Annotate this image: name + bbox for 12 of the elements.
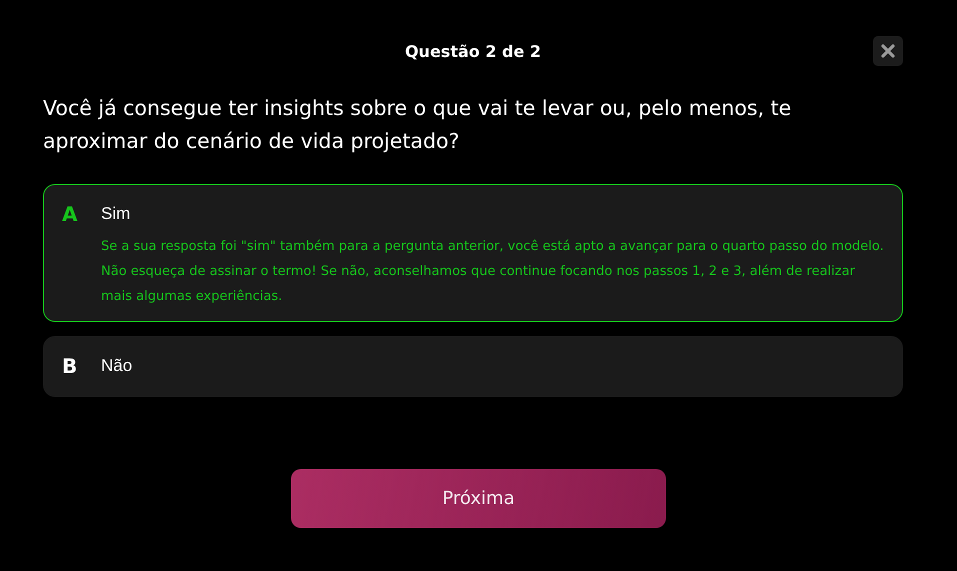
option-label: Não — [101, 356, 132, 376]
answer-option[interactable]: B Não — [43, 336, 903, 397]
answer-feedback: Se a sua resposta foi "sim" também para a pergunta anterior, você está apto a avançar para o quarto passo do modelo. Não esqueça de assinar o termo! Se não, aconselhamos que continue focando nos passos 1, 2 e 3, além de realizar mais algumas experiências. — [101, 238, 884, 306]
question-counter: Questão 2 de 2 — [404, 42, 542, 60]
option-letter: B — [62, 354, 78, 378]
close-button[interactable] — [873, 36, 903, 66]
question-text: Você já consegue ter insights sobre o que vai te levar ou, pelo menos, te aproximar do cenário de vida projetado? — [43, 95, 792, 155]
option-label: Sim — [101, 204, 130, 224]
next-button[interactable]: Próxima — [291, 469, 666, 528]
close-icon — [881, 44, 895, 58]
option-letter: A — [62, 202, 78, 226]
answer-option[interactable] — [43, 184, 903, 322]
